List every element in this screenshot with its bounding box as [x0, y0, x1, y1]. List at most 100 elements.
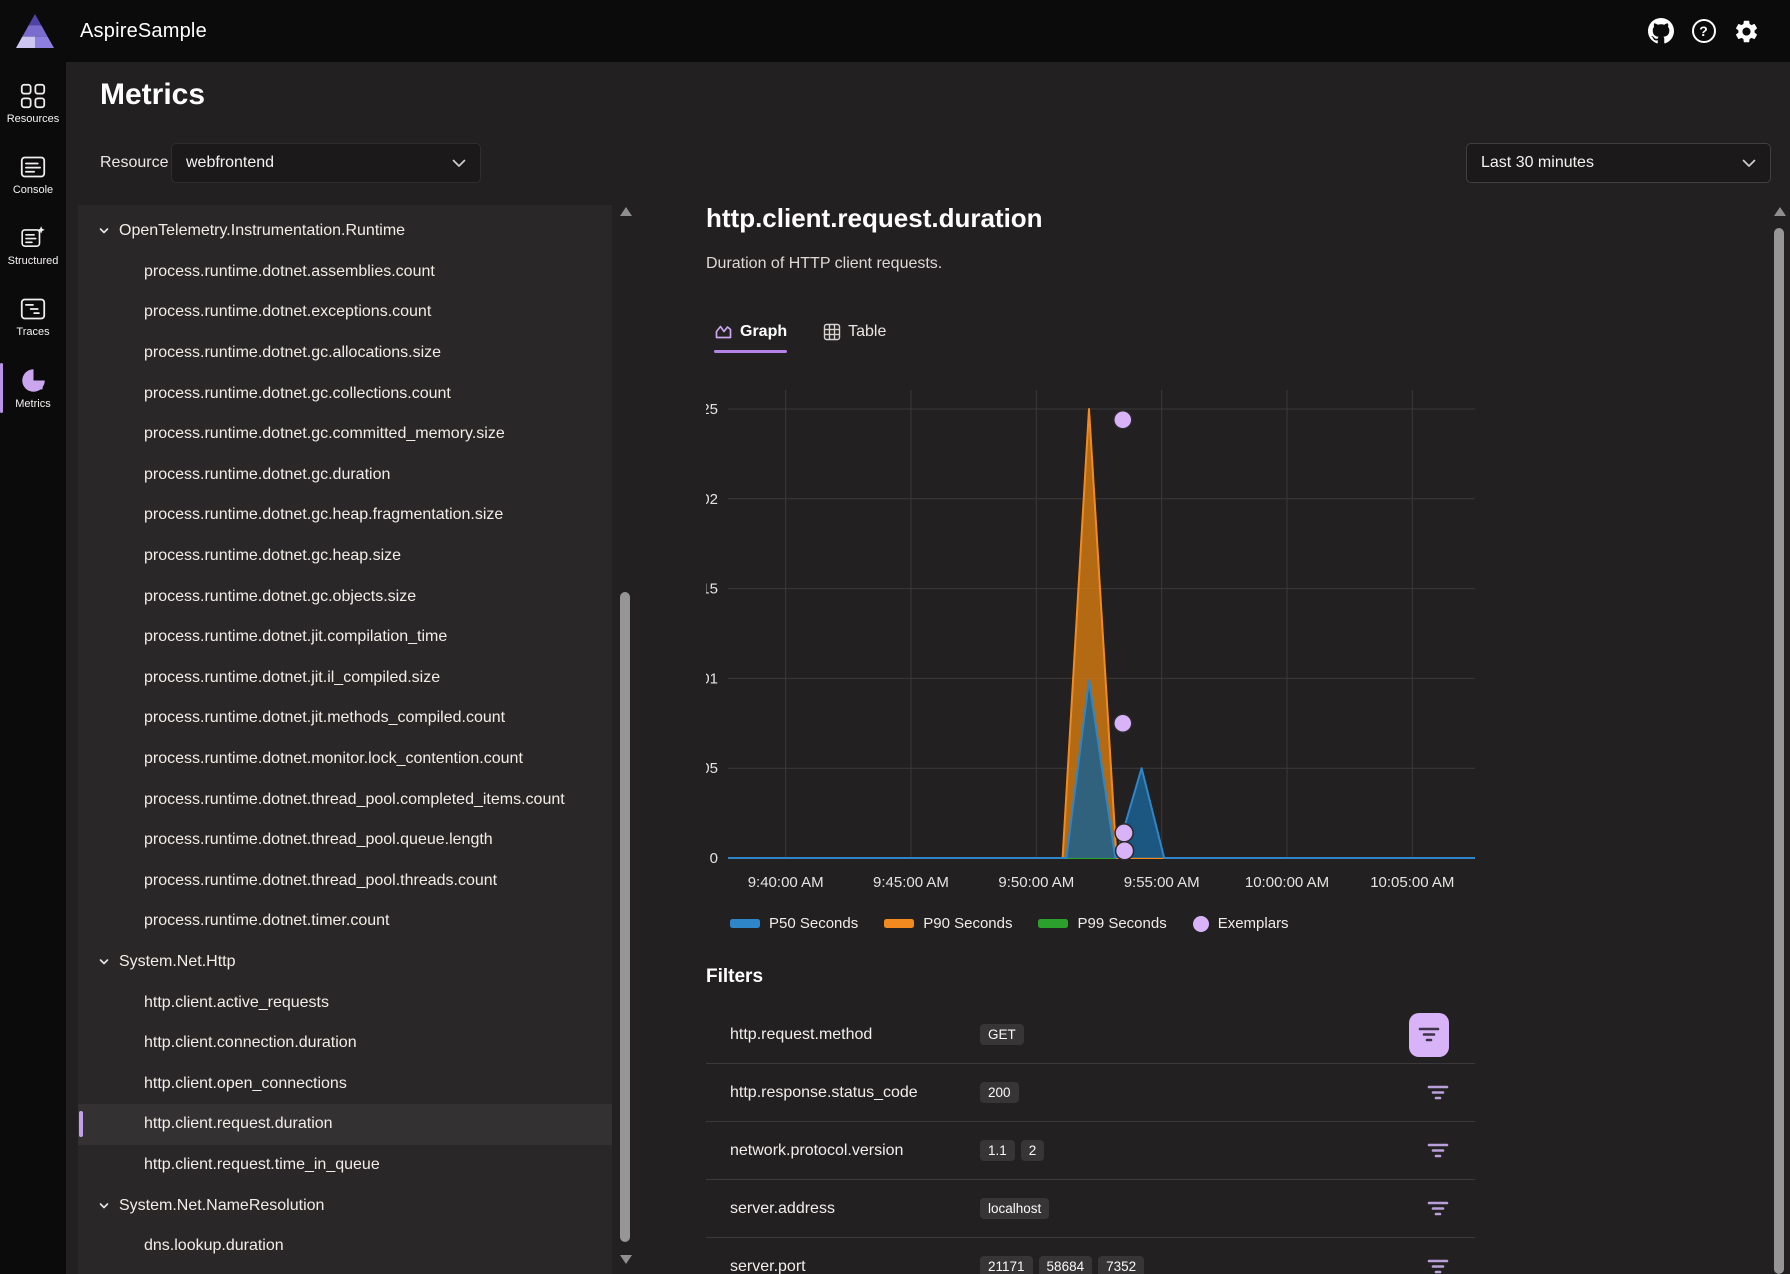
metric-detail-pane: http.client.request.duration Duration of… [706, 203, 1566, 1274]
metric-row[interactable]: process.runtime.dotnet.exceptions.count [78, 292, 612, 333]
metric-label: http.client.active_requests [144, 994, 329, 1012]
scroll-up-arrow[interactable] [1774, 207, 1786, 216]
filter-value-badge: 58684 [1039, 1256, 1093, 1274]
filter-value-badge: 7352 [1098, 1256, 1144, 1274]
filter-value-badge: localhost [980, 1198, 1049, 1219]
metric-row[interactable]: process.runtime.dotnet.gc.committed_memo… [78, 414, 612, 455]
legend-series-swatch [730, 919, 760, 928]
legend-item[interactable]: P50 Seconds [730, 915, 858, 932]
metric-row[interactable]: dns.lookup.duration [78, 1226, 612, 1267]
filter-button[interactable] [1427, 1084, 1449, 1101]
metric-row[interactable]: process.runtime.dotnet.assemblies.count [78, 252, 612, 293]
exemplar-dot[interactable] [1116, 842, 1134, 860]
legend-exemplar-dot-icon [1193, 916, 1209, 932]
chevron-down-icon [452, 159, 466, 168]
metric-row[interactable]: process.runtime.dotnet.gc.allocations.si… [78, 333, 612, 374]
metric-row[interactable]: process.runtime.dotnet.jit.il_compiled.s… [78, 658, 612, 699]
exemplar-dot[interactable] [1114, 714, 1132, 732]
metric-row[interactable]: process.runtime.dotnet.jit.methods_compi… [78, 698, 612, 739]
legend-item[interactable]: P99 Seconds [1038, 915, 1166, 932]
scroll-down-arrow[interactable] [620, 1255, 632, 1264]
metric-row[interactable]: process.runtime.dotnet.timer.count [78, 901, 612, 942]
tree-scrollbar-thumb[interactable] [620, 592, 630, 1242]
sidebar-item-label: Console [13, 184, 53, 196]
filter-value-badge: 1.1 [980, 1140, 1015, 1161]
metric-namespace-row[interactable]: System.Net.Http [78, 942, 612, 983]
detail-scrollbar-thumb[interactable] [1774, 228, 1784, 1274]
metric-row[interactable]: process.runtime.dotnet.gc.heap.fragmenta… [78, 495, 612, 536]
metric-row[interactable]: process.runtime.dotnet.thread_pool.compl… [78, 779, 612, 820]
x-tick-label: 9:55:00 AM [1124, 874, 1200, 891]
metric-row-selected[interactable]: http.client.request.duration [78, 1104, 612, 1145]
metric-row[interactable]: process.runtime.dotnet.thread_pool.threa… [78, 861, 612, 902]
metric-namespace-row[interactable]: System.Net.NameResolution [78, 1185, 612, 1226]
time-range-select[interactable]: Last 30 minutes [1466, 143, 1771, 183]
metric-row[interactable]: http.client.active_requests [78, 982, 612, 1023]
filter-attribute-name: http.request.method [730, 1026, 980, 1044]
exemplar-dot[interactable] [1114, 411, 1132, 429]
resource-label: Resource [100, 154, 168, 172]
metric-label: process.runtime.dotnet.jit.compilation_t… [144, 628, 447, 646]
sidebar-item-structured[interactable]: Structured [0, 217, 66, 275]
legend-label: P99 Seconds [1077, 915, 1166, 932]
sidebar-item-metrics[interactable]: Metrics [0, 359, 66, 417]
filter-attribute-name: http.response.status_code [730, 1084, 980, 1102]
metric-row[interactable]: process.runtime.dotnet.gc.objects.size [78, 576, 612, 617]
filter-values: GET [980, 1024, 1024, 1045]
metric-row[interactable]: process.runtime.dotnet.gc.collections.co… [78, 373, 612, 414]
sidebar-item-resources[interactable]: Resources [0, 75, 66, 133]
metric-row[interactable]: process.runtime.dotnet.gc.heap.size [78, 536, 612, 577]
structured-logs-icon [20, 225, 46, 251]
metric-label: http.client.request.duration [144, 1115, 333, 1133]
tab-table[interactable]: Table [823, 323, 886, 353]
metric-label: process.runtime.dotnet.gc.duration [144, 466, 390, 484]
filter-button[interactable] [1427, 1142, 1449, 1159]
metric-label: http.client.connection.duration [144, 1034, 357, 1052]
filter-value-badge: 2 [1021, 1140, 1045, 1161]
y-tick-label: 0.025 [706, 401, 718, 418]
y-tick-label: 0.01 [706, 670, 718, 687]
sidebar-item-label: Metrics [15, 398, 50, 410]
legend-label: P90 Seconds [923, 915, 1012, 932]
metric-label: http.client.open_connections [144, 1075, 347, 1093]
graph-tab-icon [714, 323, 733, 341]
metric-label: http.client.request.time_in_queue [144, 1156, 380, 1174]
metric-row[interactable]: process.runtime.dotnet.gc.duration [78, 455, 612, 496]
help-icon[interactable]: ? [1690, 18, 1717, 45]
legend-item[interactable]: Exemplars [1193, 915, 1289, 932]
metric-row[interactable]: process.runtime.dotnet.thread_pool.queue… [78, 820, 612, 861]
filter-button[interactable] [1427, 1258, 1449, 1274]
sidebar-item-console[interactable]: Console [0, 146, 66, 204]
resource-select-value: webfrontend [186, 154, 274, 172]
legend-item[interactable]: P90 Seconds [884, 915, 1012, 932]
filter-funnel-icon [1427, 1258, 1449, 1274]
tree-scrollbar[interactable] [619, 205, 632, 1274]
nav-sidebar: Resources Console Structured Traces Metr… [0, 62, 66, 1274]
settings-gear-icon[interactable] [1733, 18, 1760, 45]
metric-row[interactable]: process.runtime.dotnet.monitor.lock_cont… [78, 739, 612, 780]
filter-funnel-icon [1418, 1026, 1440, 1043]
metric-row[interactable]: http.client.open_connections [78, 1063, 612, 1104]
sidebar-item-traces[interactable]: Traces [0, 288, 66, 346]
scroll-up-arrow[interactable] [620, 207, 632, 216]
metric-row[interactable]: process.runtime.dotnet.jit.compilation_t… [78, 617, 612, 658]
metric-label: process.runtime.dotnet.thread_pool.compl… [144, 791, 565, 809]
metric-row[interactable]: http.client.request.time_in_queue [78, 1145, 612, 1186]
filter-button[interactable] [1427, 1200, 1449, 1217]
detail-scrollbar[interactable] [1773, 205, 1786, 1274]
metric-label: process.runtime.dotnet.gc.objects.size [144, 588, 416, 606]
aspire-logo-icon [16, 14, 54, 48]
chevron-down-icon [1742, 159, 1756, 168]
tab-graph[interactable]: Graph [714, 323, 787, 353]
resource-select[interactable]: webfrontend [171, 143, 481, 183]
metric-namespace-row[interactable]: OpenTelemetry.Instrumentation.Runtime [78, 211, 612, 252]
github-icon[interactable] [1647, 18, 1674, 45]
filter-value-badge: GET [980, 1024, 1024, 1045]
filter-funnel-icon [1427, 1142, 1449, 1159]
filter-button-active[interactable] [1409, 1013, 1449, 1057]
exemplar-dot[interactable] [1115, 824, 1133, 842]
metric-label: process.runtime.dotnet.monitor.lock_cont… [144, 750, 523, 768]
y-tick-label: 0.005 [706, 760, 718, 777]
metric-label: process.runtime.dotnet.exceptions.count [144, 303, 431, 321]
metric-row[interactable]: http.client.connection.duration [78, 1023, 612, 1064]
